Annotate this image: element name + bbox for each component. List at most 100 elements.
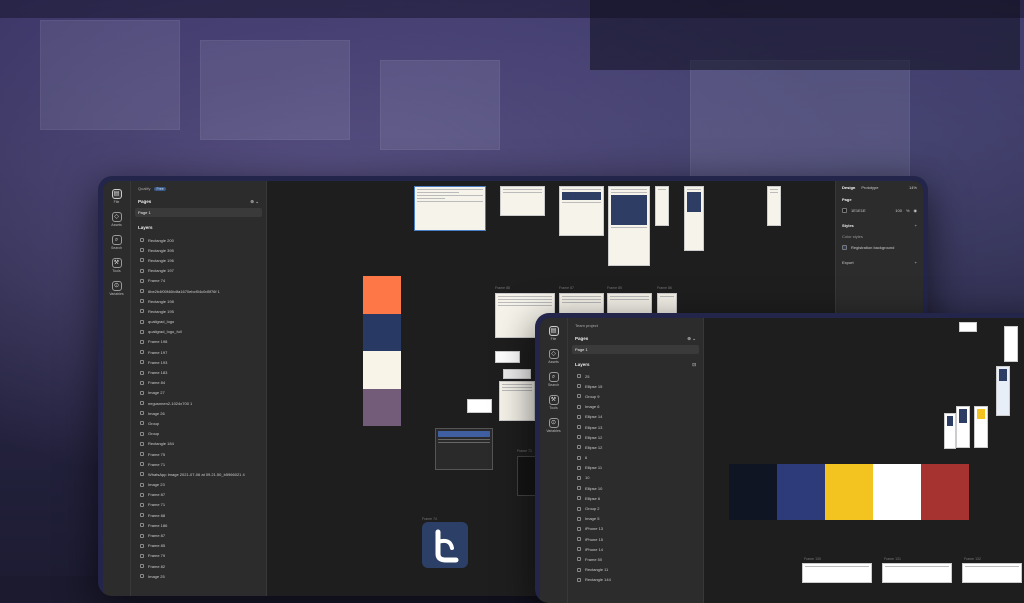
frame-thumbnail[interactable] [996,366,1010,416]
page-color-swatch[interactable] [842,208,847,213]
layer-row[interactable]: WhatsApp Image 2021-07-06 at 09.21.50_b5… [131,469,266,479]
page-item[interactable]: Page 1 [572,345,699,354]
zoom-level[interactable]: 14% [909,185,917,190]
layer-row[interactable]: qualigrad_logo_full [131,327,266,337]
layer-row[interactable]: Ellipse 15 [568,381,703,391]
frame-thumbnail[interactable] [684,186,704,251]
frame-thumbnail[interactable] [944,413,956,449]
export-title[interactable]: Export [842,260,854,265]
frame-thumbnail[interactable] [414,186,486,231]
layer-row[interactable]: Frame 85 [131,541,266,551]
frame-thumbnail[interactable] [1004,326,1018,362]
layer-row[interactable]: Image 26 [131,408,266,418]
layer-row[interactable]: Rectangle 184 [131,439,266,449]
layer-row[interactable]: Frame 183 [131,367,266,377]
layer-row[interactable]: iPhone 15 [568,534,703,544]
tab-design[interactable]: Design [842,185,855,190]
project-name[interactable]: Qualify [138,186,150,191]
frame-thumbnail[interactable] [435,428,493,470]
layer-row[interactable]: Ellipse 13 [568,422,703,432]
frame-thumbnail[interactable] [503,369,531,379]
layer-row[interactable]: 25 [568,371,703,381]
page-opacity[interactable]: 100 [895,208,902,213]
layer-row[interactable]: Image 23 [131,480,266,490]
layer-row[interactable]: Frame 87 [131,490,266,500]
layer-row[interactable]: 6be2b4f00f46b4fa1670ebcf04c0d5f76f 1 [131,286,266,296]
layer-row[interactable]: Frame 71 [131,459,266,469]
tab-prototype[interactable]: Prototype [861,185,878,190]
palette-swatch[interactable] [363,351,401,389]
palette-swatch[interactable] [921,464,969,520]
rail-item-search[interactable]: ⌕Search [103,235,130,250]
layer-row[interactable]: Rectangle 395 [131,245,266,255]
layer-row[interactable]: Frame 50 [568,554,703,564]
layer-row[interactable]: Group 9 [568,391,703,401]
rail-item-tools[interactable]: ⚒Tools [103,258,130,273]
layer-row[interactable]: Frame 82 [131,561,266,571]
visibility-eye-icon[interactable]: ◉ [914,208,918,213]
layer-row[interactable]: Image 27 [131,388,266,398]
palette-swatch[interactable] [777,464,825,520]
layer-row[interactable]: Ellipse 11 [568,463,703,473]
layer-row[interactable]: Group [131,429,266,439]
layer-row[interactable]: Group [131,418,266,428]
layer-row[interactable]: Rectangle 198 [131,296,266,306]
palette-swatch[interactable] [363,276,401,314]
project-name[interactable]: Team project [575,323,598,328]
page-color-value[interactable]: 1E1E1E [851,208,866,213]
layer-row[interactable]: Rectangle 144 [568,575,703,585]
layer-row[interactable]: Rectangle 195 [131,306,266,316]
layer-row[interactable]: Ellipse 6 [568,493,703,503]
frame-thumbnail[interactable] [962,563,1022,583]
layer-row[interactable]: Ellipse 12 [568,432,703,442]
frame-thumbnail[interactable] [974,406,988,448]
frame-thumbnail[interactable] [956,406,970,448]
layer-row[interactable]: Group 2 [568,503,703,513]
canvas[interactable]: Frame 130 Frame 131 Frame 132 [704,318,1024,603]
palette-swatch[interactable] [729,464,777,520]
palette-swatch[interactable] [363,314,401,352]
add-page-icon[interactable]: ⊕ ⌄ [687,336,696,342]
layer-row[interactable]: Image 6 [568,402,703,412]
rail-item-search[interactable]: ⌕Search [540,372,567,387]
qualigrad-logo[interactable] [422,522,468,568]
layer-row[interactable]: Rectangle 11 [568,565,703,575]
styles-add-icon[interactable]: + [915,223,917,228]
palette-swatch[interactable] [363,389,401,427]
layer-row[interactable]: 6 [568,453,703,463]
layer-row[interactable]: qualigrad_logo [131,317,266,327]
rail-item-file[interactable]: ▤File [103,189,130,204]
layer-row[interactable]: Frame 197 [131,347,266,357]
export-add-icon[interactable]: + [915,260,917,265]
layer-row[interactable]: Ellipse 14 [568,412,703,422]
layer-row[interactable]: Frame 75 [131,449,266,459]
color-style-item[interactable]: Registration background [851,245,894,250]
frame-thumbnail[interactable] [882,563,952,583]
frame-thumbnail[interactable] [500,186,545,216]
frame-thumbnail[interactable] [767,186,781,226]
frame-thumbnail[interactable] [608,186,650,266]
rail-item-assets[interactable]: ◇Assets [103,212,130,227]
layer-row[interactable]: Ellipse 10 [568,483,703,493]
add-page-icon[interactable]: ⊕ ⌄ [250,199,259,205]
layer-row[interactable]: Rectangle 197 [131,266,266,276]
layer-row[interactable]: negusnnen2-1024x700 1 [131,398,266,408]
rail-item-tools[interactable]: ⚒Tools [540,395,567,410]
layer-row[interactable]: Frame 198 [131,337,266,347]
frame-thumbnail[interactable] [655,186,669,226]
rail-item-file[interactable]: ▤File [540,326,567,341]
frame-thumbnail[interactable] [495,351,520,363]
frame-thumbnail[interactable] [559,186,604,236]
frame-thumbnail[interactable] [499,381,535,421]
layer-row[interactable]: Frame 87 [131,530,266,540]
layer-row[interactable]: Frame 88 [131,510,266,520]
layer-row[interactable]: Frame 193 [131,357,266,367]
layer-row[interactable]: 10 [568,473,703,483]
layer-row[interactable]: Rectangle 196 [131,255,266,265]
layer-row[interactable]: Frame 84 [131,378,266,388]
layer-row[interactable]: Frame 186 [131,520,266,530]
layers-collapse-icon[interactable]: ⊡ [692,362,696,368]
frame-thumbnail[interactable] [959,322,977,332]
palette-swatch[interactable] [873,464,921,520]
page-item[interactable]: Page 1 [135,208,262,217]
